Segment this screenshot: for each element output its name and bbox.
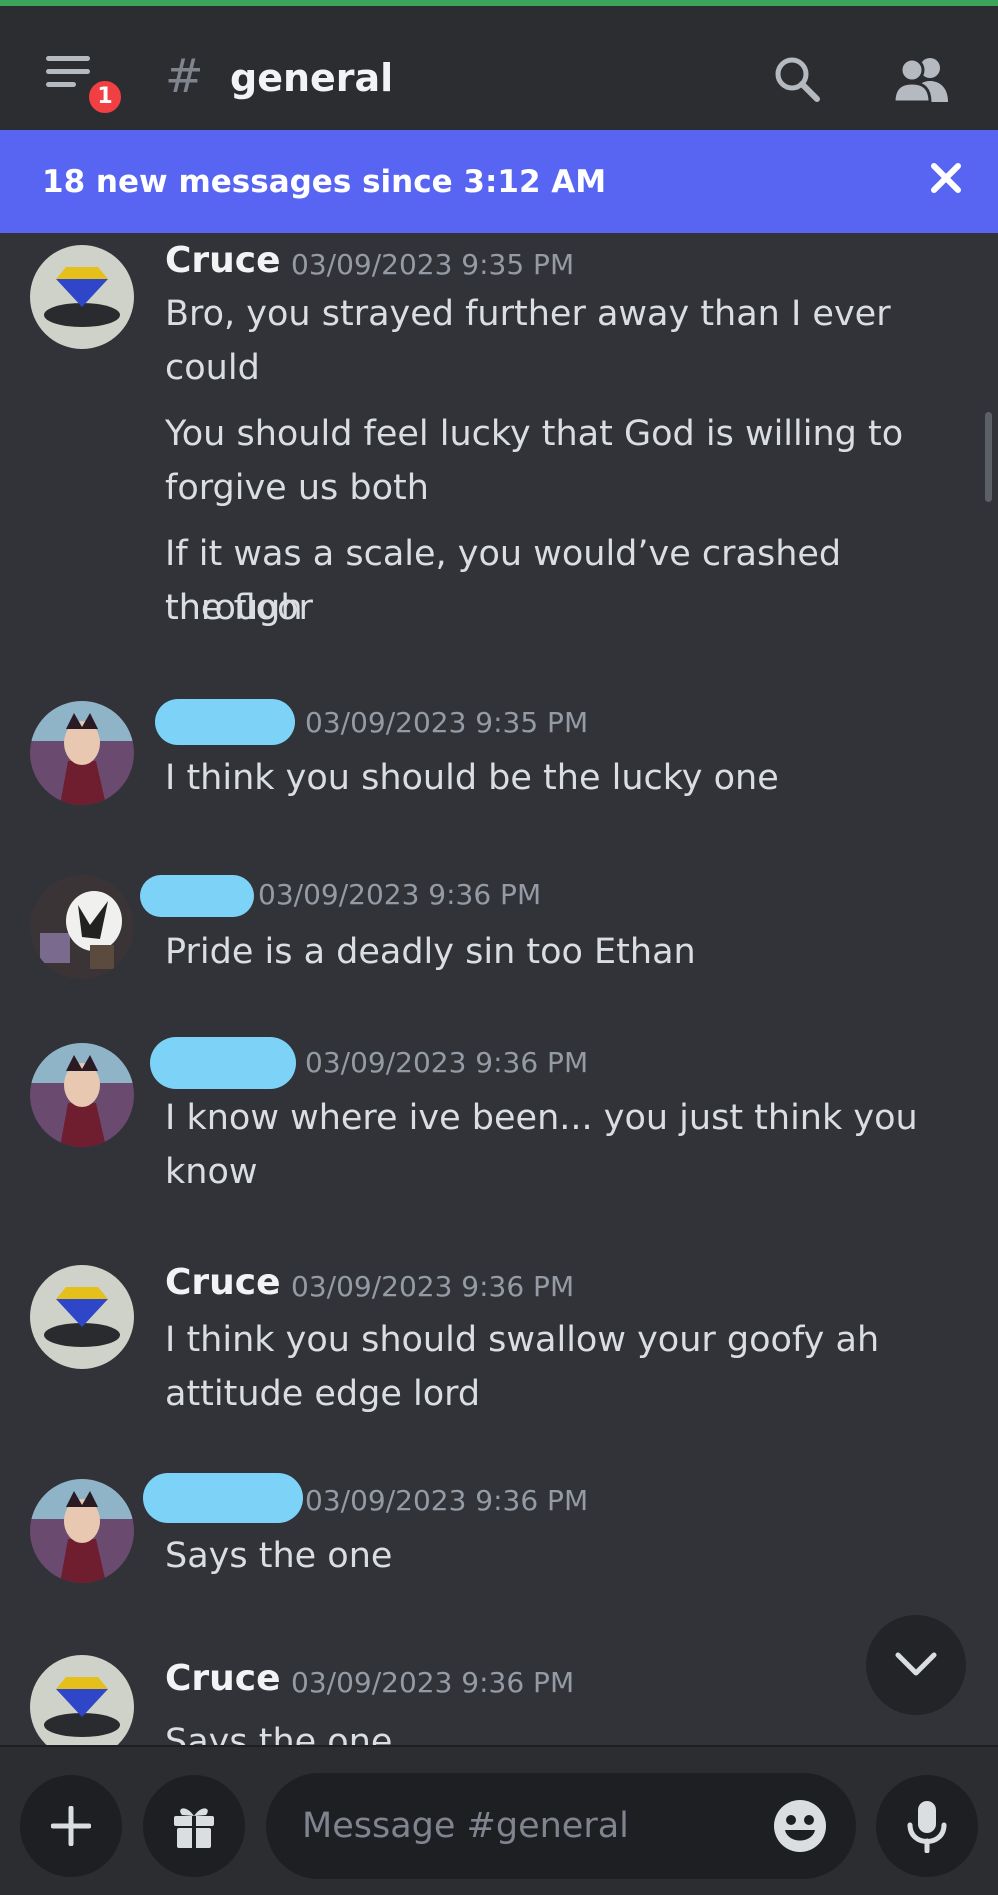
message-author[interactable]: Cruce [165,1259,281,1307]
message-timestamp: 03/09/2023 9:36 PM [305,1046,589,1079]
gift-icon [174,1808,214,1848]
add-attachment-button[interactable] [20,1775,122,1877]
avatar[interactable] [30,701,134,805]
message-input[interactable] [266,1773,856,1879]
redacted-username [155,699,295,745]
message-text: know [165,1152,258,1192]
message-text: could [165,348,260,388]
message-author[interactable]: Cruce [165,237,281,285]
message-text: Pride is a deadly sin too Ethan [165,932,696,972]
avatar[interactable] [30,1265,134,1369]
gift-button[interactable] [143,1775,245,1877]
avatar[interactable] [30,245,134,349]
voice-message-button[interactable] [876,1775,978,1877]
message-timestamp: 03/09/2023 9:35 PM [305,706,589,739]
emoji-icon[interactable] [772,1798,828,1854]
message-timestamp: 03/09/2023 9:36 PM [258,878,542,911]
redacted-username [140,875,254,917]
new-messages-text: 18 new messages since 3:12 AM [42,164,607,200]
close-icon[interactable] [926,158,966,198]
redacted-username [150,1037,296,1089]
message-text: Says the one [165,1536,393,1576]
message-timestamp: 03/09/2023 9:36 PM [291,1666,575,1699]
message-timestamp: 03/09/2023 9:36 PM [291,1270,575,1303]
avatar[interactable] [30,875,134,979]
message-timestamp: 03/09/2023 9:35 PM [291,248,575,281]
message-author[interactable]: Cruce [165,1655,281,1703]
hamburger-menu-icon[interactable]: 1 [46,56,126,118]
message-text: Says the one [165,1722,393,1745]
message-timestamp: 03/09/2023 9:36 PM [305,1484,589,1517]
avatar[interactable] [30,1043,134,1147]
plus-icon [51,1806,91,1846]
search-icon[interactable] [772,54,822,104]
message-list[interactable]: Cruce 03/09/2023 9:35 PM Bro, you straye… [0,233,998,1745]
message-text: Bro, you strayed further away than I eve… [165,294,891,334]
message-text: You should feel lucky that God is willin… [165,414,904,454]
redacted-username [143,1473,303,1523]
message-text: forgive us both [165,468,429,508]
message-text: I know where ive been... you just think … [165,1098,918,1138]
message-text: the floor [165,588,313,628]
channel-header: 1 # general [0,6,998,130]
unread-badge: 1 [84,76,126,118]
new-messages-banner[interactable]: 18 new messages since 3:12 AM [0,130,998,233]
avatar[interactable] [30,1655,134,1745]
message-composer [0,1745,998,1895]
chevron-down-icon [895,1652,937,1676]
message-text: I think you should swallow your goofy ah [165,1320,880,1360]
message-text: attitude edge lord [165,1374,481,1414]
scrollbar-thumb[interactable] [985,412,992,502]
jump-to-present-button[interactable] [866,1615,966,1715]
channel-hash-icon: # [165,49,204,103]
channel-title[interactable]: general [230,50,393,106]
message-text: I think you should be the lucky one [165,758,779,798]
microphone-icon [907,1801,947,1853]
avatar[interactable] [30,1479,134,1583]
members-icon[interactable] [892,54,950,104]
